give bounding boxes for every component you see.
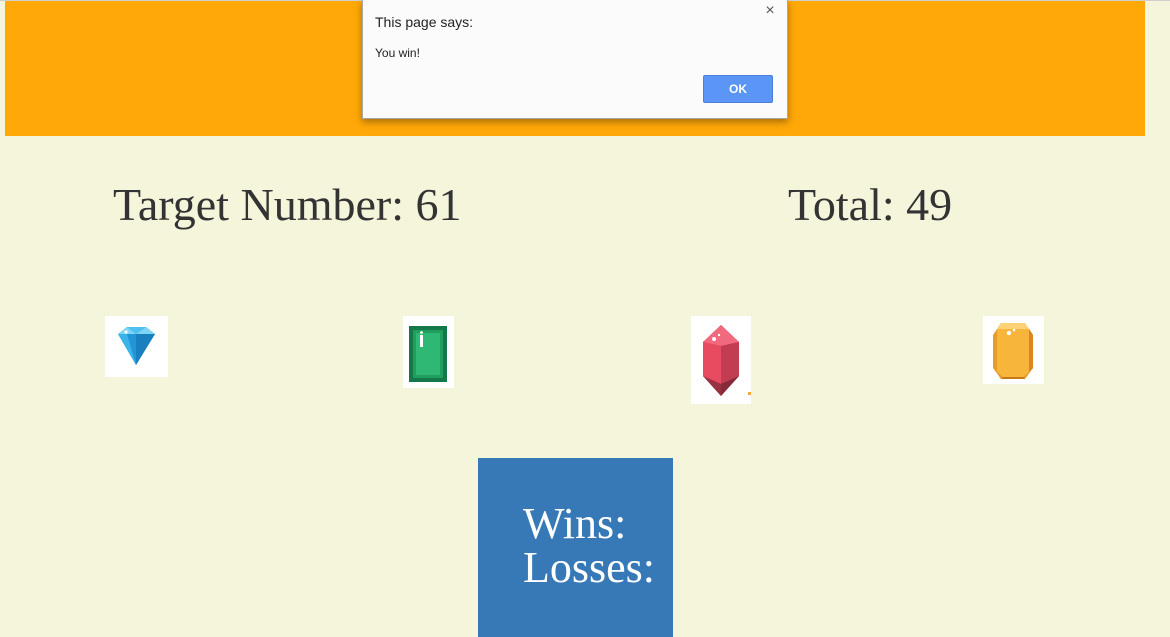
dialog-title: This page says: [375, 14, 474, 30]
diamond-crystal-icon [118, 327, 155, 365]
scoreboard: Wins: Losses: [478, 458, 673, 637]
total-score: Total: 49 [788, 178, 952, 231]
emerald-crystal-icon [409, 326, 447, 382]
total-label: Total: [788, 179, 895, 230]
ruby-crystal-button[interactable] [691, 316, 751, 404]
ruby-crystal-icon [703, 325, 751, 396]
losses-label: Losses: [523, 543, 655, 592]
emerald-crystal-button[interactable] [403, 316, 454, 388]
losses-row: Losses: [523, 546, 673, 590]
alert-dialog: This page says: You win! × OK [362, 0, 788, 119]
right-margin [1145, 1, 1170, 637]
diamond-crystal-button[interactable] [105, 316, 168, 377]
wins-row: Wins: [523, 502, 673, 546]
topaz-crystal-button[interactable] [983, 316, 1044, 384]
dialog-message: You win! [375, 46, 420, 60]
wins-label: Wins: [523, 499, 627, 548]
ok-button[interactable]: OK [703, 75, 773, 103]
target-number-label: Target Number: [113, 179, 405, 230]
total-value: 49 [906, 179, 953, 230]
target-number: Target Number: 61 [113, 178, 462, 231]
topaz-crystal-icon [993, 323, 1033, 379]
page: Target Number: 61 Total: 49 Wins: Losses… [0, 0, 1170, 637]
close-icon[interactable]: × [762, 3, 778, 19]
target-number-value: 61 [415, 179, 462, 230]
